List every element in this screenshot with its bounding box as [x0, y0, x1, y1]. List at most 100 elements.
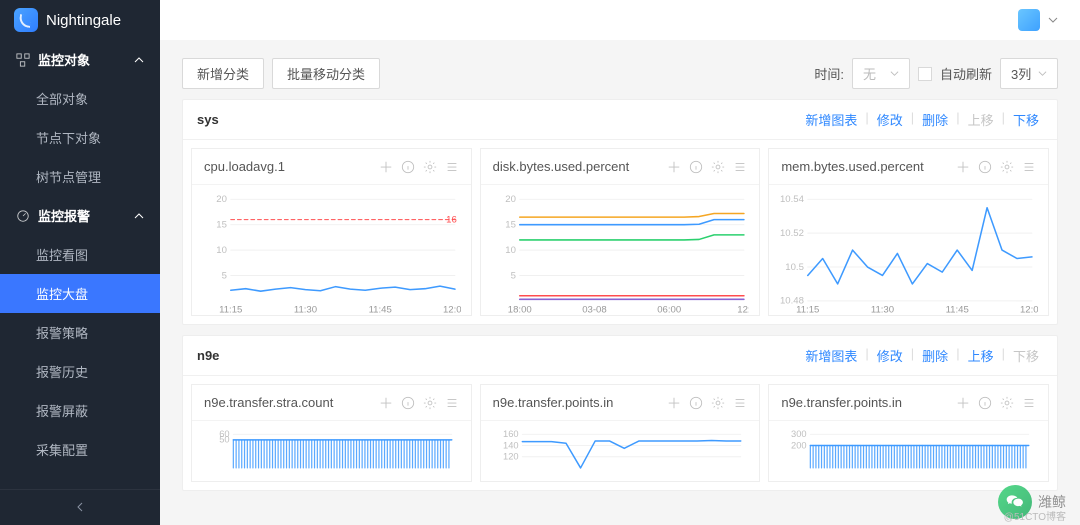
- svg-text:200: 200: [791, 440, 807, 450]
- svg-text:10.52: 10.52: [780, 228, 804, 239]
- main: 新增分类 批量移动分类 时间: 无 自动刷新 3列: [160, 0, 1080, 525]
- auto-refresh-label: 自动刷新: [940, 64, 992, 83]
- svg-text:06:00: 06:00: [657, 304, 681, 315]
- info-icon[interactable]: [689, 160, 703, 174]
- chevron-down-icon: [890, 69, 899, 78]
- columns-select-value: 3列: [1011, 64, 1031, 83]
- svg-text:60: 60: [219, 429, 229, 439]
- svg-text:10.54: 10.54: [780, 194, 805, 205]
- sidebar-item-monitor-dashboard[interactable]: 监控大盘: [0, 274, 160, 313]
- info-icon[interactable]: [978, 160, 992, 174]
- plus-icon[interactable]: [379, 396, 393, 410]
- action-edit[interactable]: 修改: [873, 346, 907, 365]
- plus-icon[interactable]: [379, 160, 393, 174]
- plus-icon[interactable]: [667, 160, 681, 174]
- columns-select[interactable]: 3列: [1000, 58, 1058, 89]
- action-move-down: 下移: [1009, 346, 1043, 365]
- time-select-value: 无: [863, 64, 876, 83]
- chart-card: mem.bytes.used.percent 10.4810.510.5210.…: [768, 148, 1049, 316]
- svg-text:120: 120: [503, 452, 519, 462]
- card-title: n9e.transfer.stra.count: [204, 395, 333, 410]
- plus-icon[interactable]: [956, 396, 970, 410]
- chart-area: 200300: [769, 421, 1048, 481]
- svg-text:03-08: 03-08: [582, 304, 607, 315]
- sidebar-item-tree-mgmt[interactable]: 树节点管理: [0, 157, 160, 196]
- gear-icon[interactable]: [1000, 160, 1014, 174]
- action-edit[interactable]: 修改: [873, 110, 907, 129]
- add-category-button[interactable]: 新增分类: [182, 58, 264, 89]
- svg-text:140: 140: [503, 440, 519, 450]
- bulk-move-button[interactable]: 批量移动分类: [272, 58, 380, 89]
- chart-card: cpu.loadavg.1 51015201611:1511:3011:4512…: [191, 148, 472, 316]
- sidebar-nav: 监控对象 全部对象 节点下对象 树节点管理 监控报警 监控看图 监控大盘 报警策…: [0, 40, 160, 489]
- info-icon[interactable]: [689, 396, 703, 410]
- svg-text:18:00: 18:00: [507, 304, 531, 315]
- svg-text:20: 20: [505, 194, 516, 205]
- list-icon[interactable]: [733, 396, 747, 410]
- chart-area: 510152018:0003-0806:0012:: [481, 185, 760, 315]
- sidebar-group-monitor-objects[interactable]: 监控对象: [0, 40, 160, 79]
- card-title: n9e.transfer.points.in: [493, 395, 614, 410]
- group-actions: 新增图表| 修改| 删除| 上移| 下移: [801, 346, 1043, 365]
- list-icon[interactable]: [1022, 396, 1036, 410]
- card-tool-icons: [379, 160, 459, 174]
- sidebar-item-node-objects[interactable]: 节点下对象: [0, 118, 160, 157]
- chevron-down-icon: [1038, 69, 1047, 78]
- info-icon[interactable]: [401, 396, 415, 410]
- sidebar-collapse-button[interactable]: [0, 489, 160, 525]
- gear-icon[interactable]: [711, 160, 725, 174]
- sidebar-item-alert-history[interactable]: 报警历史: [0, 352, 160, 391]
- action-add-chart[interactable]: 新增图表: [801, 346, 861, 365]
- chart-card: n9e.transfer.points.in 120140160: [480, 384, 761, 482]
- action-move-up[interactable]: 上移: [964, 346, 998, 365]
- card-title: n9e.transfer.points.in: [781, 395, 902, 410]
- list-icon[interactable]: [445, 396, 459, 410]
- gear-icon[interactable]: [423, 396, 437, 410]
- sidebar-group-monitor-alert[interactable]: 监控报警: [0, 196, 160, 235]
- sidebar-item-alert-mute[interactable]: 报警屏蔽: [0, 391, 160, 430]
- svg-text:11:30: 11:30: [294, 304, 317, 315]
- chart-area: 120140160: [481, 421, 760, 481]
- svg-text:11:15: 11:15: [219, 304, 242, 315]
- svg-text:11:15: 11:15: [796, 304, 819, 315]
- list-icon[interactable]: [1022, 160, 1036, 174]
- card-tool-icons: [379, 396, 459, 410]
- action-move-down[interactable]: 下移: [1009, 110, 1043, 129]
- sidebar-item-alert-strategy[interactable]: 报警策略: [0, 313, 160, 352]
- time-select[interactable]: 无: [852, 58, 910, 89]
- svg-text:11:30: 11:30: [871, 304, 894, 315]
- gear-icon[interactable]: [1000, 396, 1014, 410]
- content: 新增分类 批量移动分类 时间: 无 自动刷新 3列: [160, 40, 1080, 509]
- card-tool-icons: [956, 396, 1036, 410]
- list-icon[interactable]: [733, 160, 747, 174]
- dashboard-group: sys 新增图表| 修改| 删除| 上移| 下移 cpu.loadavg.1 5…: [182, 99, 1058, 325]
- sidebar-item-monitor-chart[interactable]: 监控看图: [0, 235, 160, 274]
- card-tool-icons: [667, 160, 747, 174]
- topbar: [160, 0, 1080, 40]
- chevron-left-icon: [75, 502, 85, 512]
- action-add-chart[interactable]: 新增图表: [801, 110, 861, 129]
- sidebar-item-collect-config[interactable]: 采集配置: [0, 430, 160, 469]
- sidebar-group-label: 监控对象: [38, 50, 90, 69]
- svg-text:11:45: 11:45: [369, 304, 392, 315]
- list-icon[interactable]: [445, 160, 459, 174]
- time-label: 时间:: [814, 64, 844, 83]
- plus-icon[interactable]: [667, 396, 681, 410]
- info-icon[interactable]: [401, 160, 415, 174]
- action-delete[interactable]: 删除: [918, 346, 952, 365]
- auto-refresh-checkbox[interactable]: [918, 67, 932, 81]
- action-delete[interactable]: 删除: [918, 110, 952, 129]
- user-avatar[interactable]: [1018, 9, 1040, 31]
- tree-icon: [16, 53, 30, 67]
- cards-row: n9e.transfer.stra.count 5060 n9e.transfe…: [183, 376, 1057, 490]
- svg-text:10: 10: [216, 245, 227, 256]
- chart-area: 10.4810.510.5210.5411:1511:3011:4512:00: [769, 185, 1048, 315]
- brand-logo-icon: [14, 8, 38, 32]
- gear-icon[interactable]: [711, 396, 725, 410]
- gear-icon[interactable]: [423, 160, 437, 174]
- plus-icon[interactable]: [956, 160, 970, 174]
- info-icon[interactable]: [978, 396, 992, 410]
- chevron-up-icon: [134, 211, 144, 221]
- sidebar-item-all-objects[interactable]: 全部对象: [0, 79, 160, 118]
- chevron-down-icon[interactable]: [1048, 15, 1058, 25]
